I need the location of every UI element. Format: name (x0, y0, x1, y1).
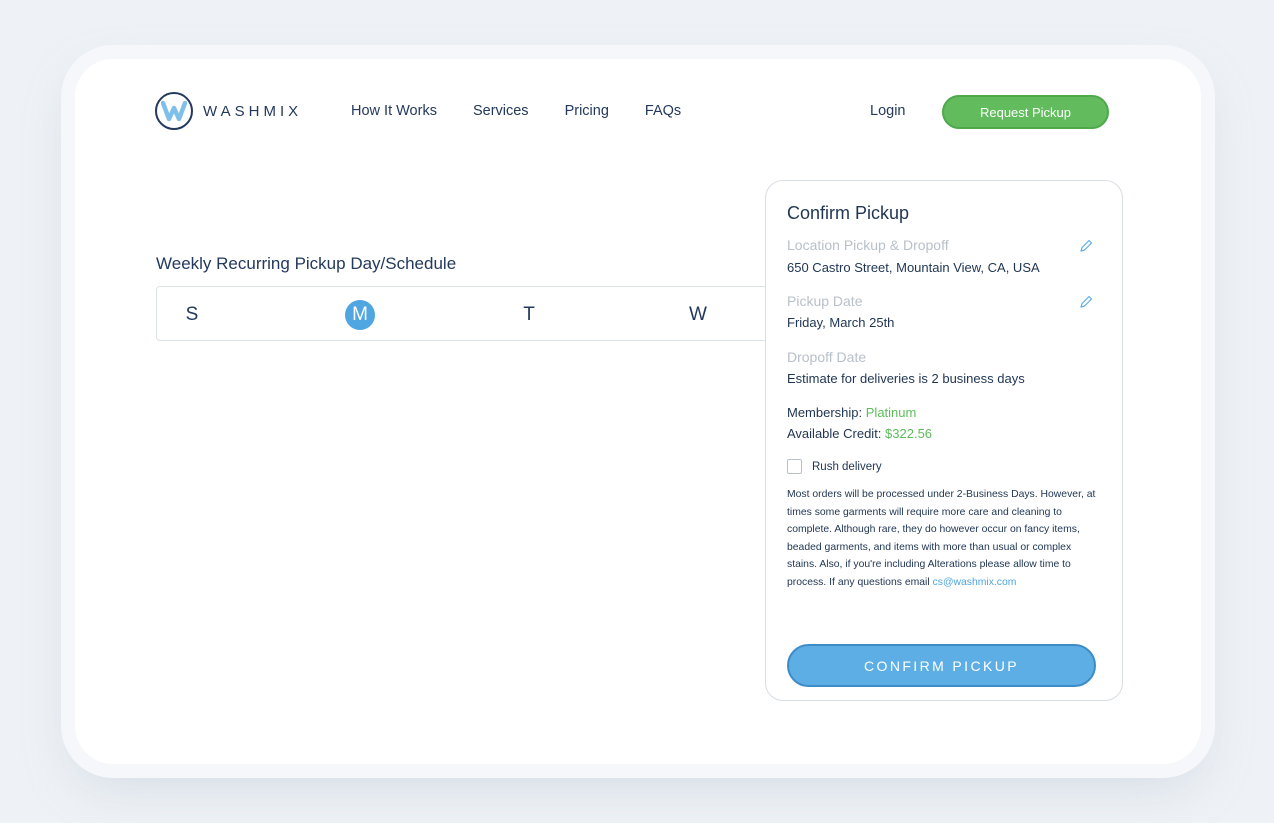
day-selector: S M T W (156, 286, 856, 341)
edit-pickup-date-icon[interactable] (1078, 294, 1094, 310)
pickup-date-label: Pickup Date (787, 293, 863, 309)
request-pickup-button[interactable]: Request Pickup (942, 95, 1109, 129)
membership-label: Membership: (787, 405, 863, 420)
notice-text: Most orders will be processed under 2-Bu… (787, 489, 1096, 588)
schedule-title: Weekly Recurring Pickup Day/Schedule (156, 254, 457, 273)
dropoff-date-label: Dropoff Date (787, 349, 867, 365)
dropoff-date-value: Estimate for deliveries is 2 business da… (787, 371, 1025, 386)
nav-faqs[interactable]: FAQs (645, 103, 681, 119)
support-email-link[interactable]: cs@washmix.com (933, 577, 1017, 588)
pickup-date-value: Friday, March 25th (787, 315, 895, 330)
membership-row: Membership: Platinum (787, 405, 916, 420)
membership-value: Platinum (865, 405, 917, 420)
main-nav: How It Works Services Pricing FAQs (351, 103, 717, 119)
nav-how-it-works[interactable]: How It Works (351, 103, 437, 119)
confirm-pickup-card: Confirm Pickup Location Pickup & Dropoff… (765, 180, 1123, 701)
nav-services[interactable]: Services (473, 103, 529, 119)
nav-pricing[interactable]: Pricing (565, 103, 609, 119)
rush-delivery-option[interactable]: Rush delivery (787, 459, 882, 474)
card-title: Confirm Pickup (787, 203, 910, 223)
app-frame: WASHMIX How It Works Services Pricing FA… (75, 59, 1201, 764)
credit-label: Available Credit: (787, 426, 882, 441)
credit-row: Available Credit: $322.56 (787, 426, 932, 441)
edit-location-icon[interactable] (1078, 238, 1094, 254)
rush-delivery-checkbox[interactable] (787, 459, 802, 474)
confirm-pickup-button[interactable]: CONFIRM PICKUP (787, 644, 1096, 687)
day-wednesday[interactable]: W (683, 300, 713, 330)
day-tuesday[interactable]: T (514, 300, 544, 330)
logo[interactable]: WASHMIX (155, 92, 302, 130)
day-sunday[interactable]: S (177, 300, 207, 330)
login-link[interactable]: Login (870, 103, 905, 119)
logo-mark-icon (155, 92, 193, 130)
credit-value: $322.56 (885, 426, 933, 441)
day-monday[interactable]: M (345, 300, 375, 330)
logo-text: WASHMIX (203, 102, 303, 120)
processing-notice: Most orders will be processed under 2-Bu… (787, 486, 1099, 591)
location-label: Location Pickup & Dropoff (787, 237, 949, 253)
rush-delivery-label: Rush delivery (812, 460, 882, 473)
location-value: 650 Castro Street, Mountain View, CA, US… (787, 260, 1040, 275)
